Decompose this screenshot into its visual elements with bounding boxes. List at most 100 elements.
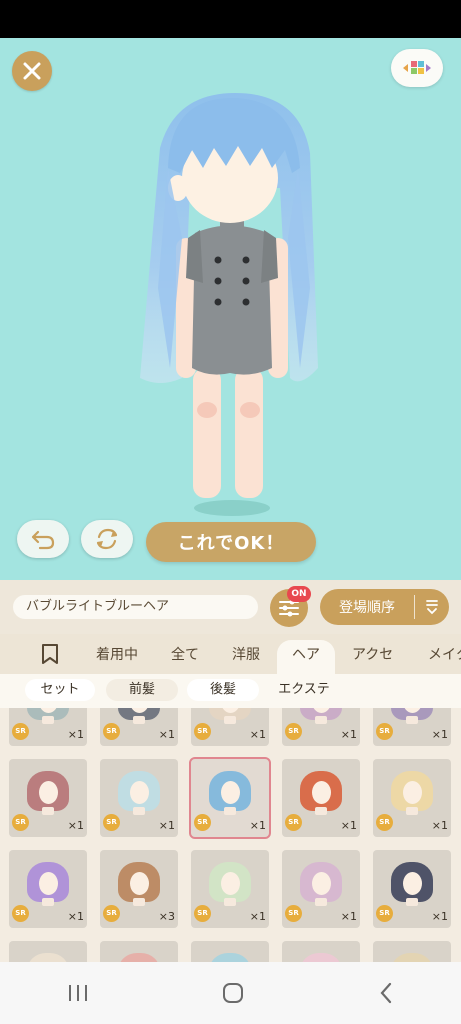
hair-item-card[interactable] [373,941,451,962]
item-count: ×1 [249,910,266,923]
avatar-figure [140,93,318,516]
hair-item-card[interactable]: SR ×1 [282,759,360,837]
hair-item-card[interactable]: SR ×1 [100,759,178,837]
mannequin-face [403,781,422,804]
view-toggle-button[interactable] [391,49,443,87]
hair-item-card[interactable]: SR ×1 [282,708,360,746]
sort-button[interactable]: 登場順序 [320,589,449,625]
subtab-front-hair[interactable]: 前髪 [106,679,178,701]
subtab-back-hair[interactable]: 後髪 [187,679,259,701]
hair-item-card[interactable]: SR ×1 [189,757,271,839]
hair-preview [391,953,433,962]
mannequin-neck [315,807,327,815]
undo-icon [31,530,55,550]
tab-all[interactable]: 全て [171,644,199,666]
item-count: ×1 [340,728,357,741]
mannequin-neck [224,807,236,815]
bookmark-icon [42,644,58,664]
hair-preview [118,953,160,962]
hair-preview [27,953,69,962]
hair-item-card[interactable]: SR ×1 [9,708,87,746]
system-nav-bar [0,962,461,1024]
undo-button[interactable] [17,520,69,558]
item-count: ×3 [158,910,175,923]
tab-accessory[interactable]: アクセ [352,644,393,666]
item-count: ×1 [67,910,84,923]
back-icon[interactable] [376,981,396,1005]
rarity-badge: SR [194,905,211,922]
hair-item-card[interactable]: SR ×1 [191,708,269,746]
mannequin-neck [224,898,236,906]
item-count: ×1 [158,819,175,832]
hair-item-card[interactable]: SR ×1 [373,850,451,928]
mannequin-face [312,872,331,895]
confirm-button[interactable]: これでOK！ [146,522,316,562]
filter-on-badge: ON [287,586,311,602]
rarity-badge: SR [103,814,120,831]
home-icon[interactable] [221,981,245,1005]
mannequin-face [39,781,58,804]
mannequin-face [130,872,149,895]
rotate-button[interactable] [81,520,133,558]
item-count: ×1 [431,819,448,832]
hair-item-card[interactable] [9,941,87,962]
mannequin-neck [42,898,54,906]
item-count: ×1 [340,910,357,923]
tab-wearing[interactable]: 着用中 [96,644,138,666]
status-bar [0,0,461,38]
rarity-badge: SR [376,814,393,831]
mannequin-face [39,872,58,895]
mannequin-neck [315,898,327,906]
rarity-badge: SR [194,723,211,740]
rotate-icon [96,528,118,550]
subtab-set[interactable]: セット [25,679,95,701]
hair-preview [209,953,251,962]
tab-hair[interactable]: ヘア [292,644,320,666]
close-button[interactable] [12,51,52,91]
item-count: ×1 [431,910,448,923]
mannequin-neck [224,716,236,724]
rarity-badge: SR [12,905,29,922]
item-name-label: バブルライトブルーヘア [13,595,258,619]
rarity-badge: SR [376,723,393,740]
hair-item-card[interactable]: SR ×1 [191,850,269,928]
mannequin-neck [133,898,145,906]
item-grid: SR ×1 SR ×1 SR ×1 SR ×1 SR ×1 SR ×1 SR ×1 SR ×1 SR ×1 SR ×1… [0,708,461,962]
hair-item-card[interactable]: SR ×1 [100,708,178,746]
close-icon [23,62,41,80]
rarity-badge: SR [12,814,29,831]
subtab-extension[interactable]: エクステ [268,679,340,701]
mannequin-face [221,781,240,804]
item-count: ×1 [249,819,266,832]
mannequin-neck [42,716,54,724]
rarity-badge: SR [285,814,302,831]
recent-apps-icon[interactable] [66,983,90,1003]
item-count: ×1 [67,728,84,741]
sort-order-icon[interactable] [415,599,449,615]
mannequin-neck [315,716,327,724]
hair-item-card[interactable]: SR ×3 [100,850,178,928]
hair-item-card[interactable] [282,941,360,962]
sort-divider [414,595,415,619]
rarity-badge: SR [285,723,302,740]
mannequin-neck [133,807,145,815]
mannequin-neck [42,807,54,815]
item-count: ×1 [431,728,448,741]
rarity-badge: SR [103,723,120,740]
hair-item-card[interactable]: SR ×1 [9,759,87,837]
tab-makeup[interactable]: メイク [428,644,461,666]
hair-item-card[interactable] [100,941,178,962]
hair-item-card[interactable]: SR ×1 [282,850,360,928]
item-count: ×1 [158,728,175,741]
mannequin-neck [406,898,418,906]
item-count: ×1 [340,819,357,832]
mannequin-face [312,781,331,804]
mannequin-face [403,872,422,895]
tab-clothes[interactable]: 洋服 [232,644,260,666]
tab-bookmark[interactable] [40,643,60,665]
hair-item-card[interactable]: SR ×1 [373,759,451,837]
hair-item-card[interactable]: SR ×1 [373,708,451,746]
rarity-badge: SR [194,814,211,831]
hair-item-card[interactable] [191,941,269,962]
hair-item-card[interactable]: SR ×1 [9,850,87,928]
